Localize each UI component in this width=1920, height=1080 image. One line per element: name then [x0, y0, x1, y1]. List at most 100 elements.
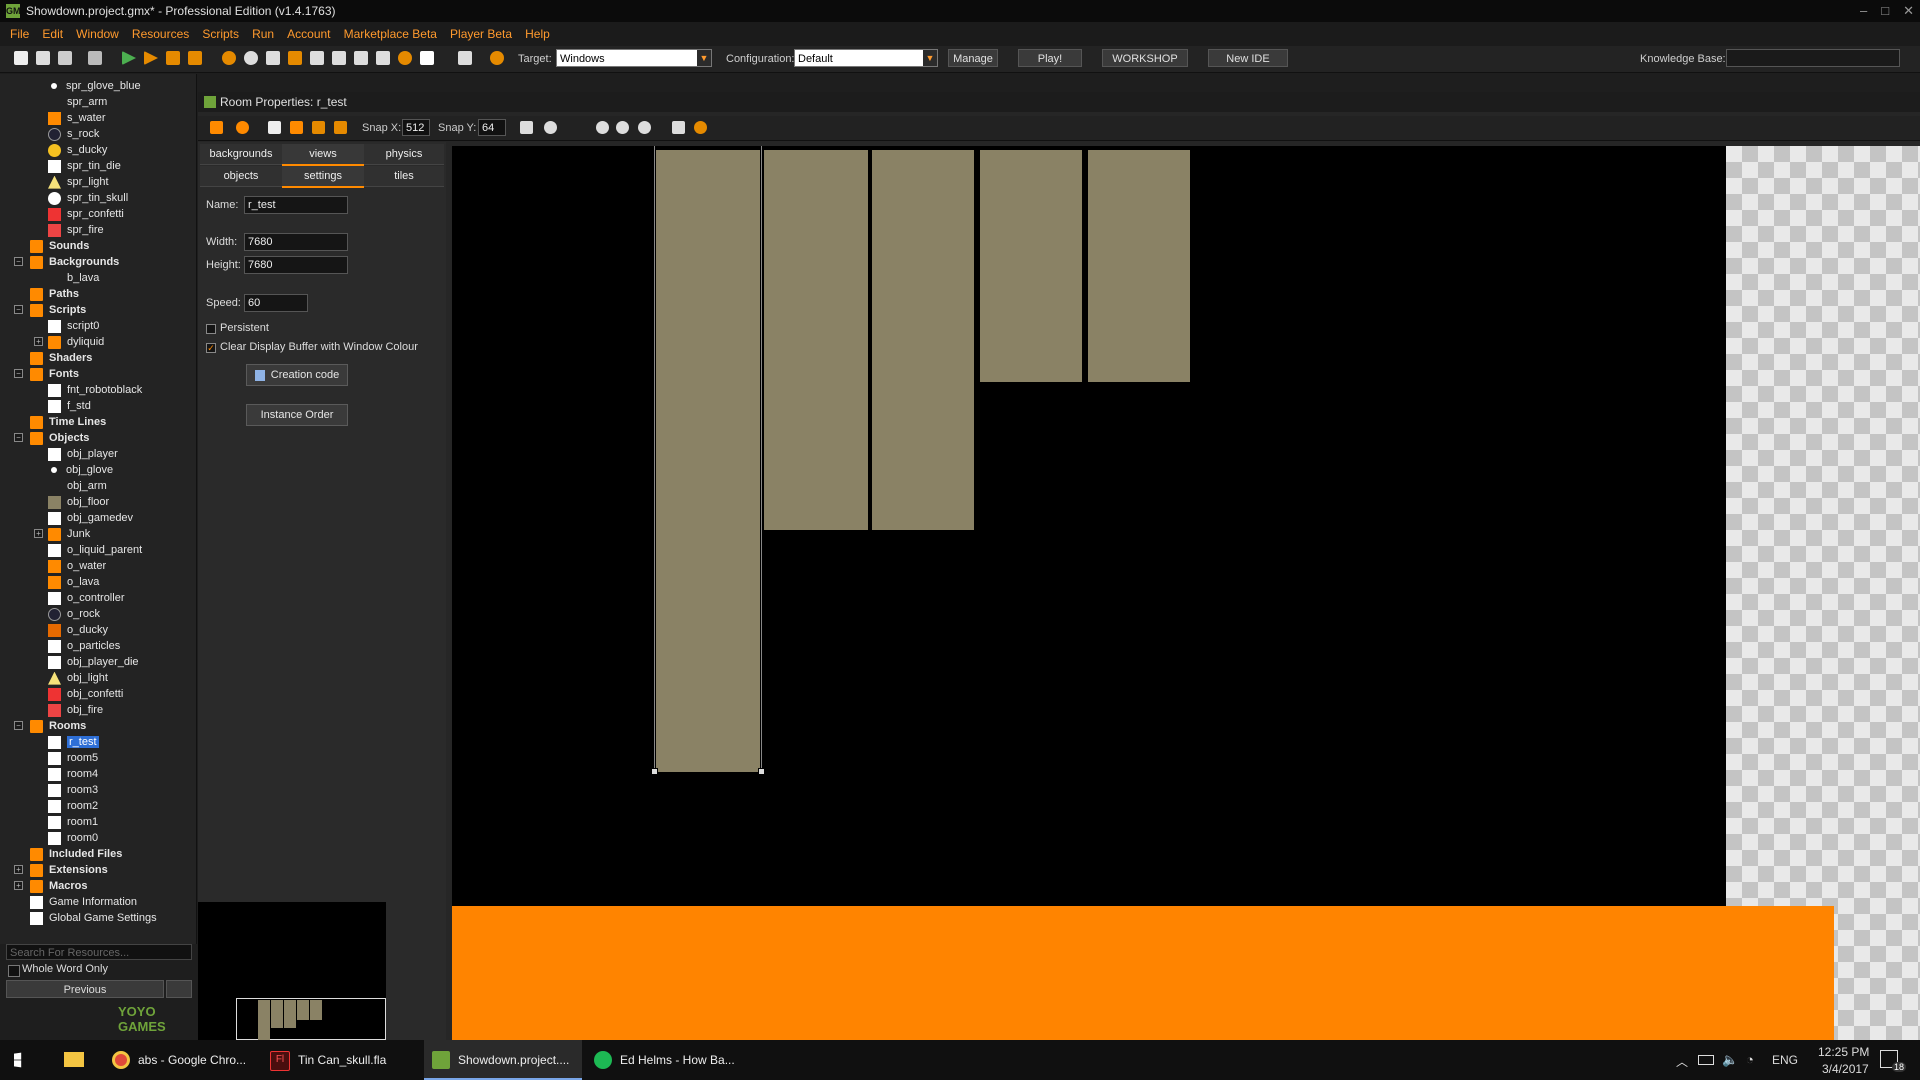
tree-item[interactable]: fnt_robotoblack [48, 382, 142, 398]
folder-time-lines[interactable]: Time Lines [30, 414, 106, 430]
whole-word-only-checkbox[interactable]: Whole Word Only [6, 962, 192, 978]
tree-item[interactable]: obj_confetti [48, 686, 123, 702]
tree-item[interactable]: room4 [48, 766, 98, 782]
collapse-icon[interactable]: − [14, 305, 23, 314]
background-icon[interactable] [266, 51, 280, 65]
lock-icon[interactable] [312, 121, 325, 134]
folder-extensions[interactable]: Extensions [30, 862, 108, 878]
close-icon[interactable]: ✕ [1903, 3, 1914, 19]
room-width-input[interactable]: 7680 [244, 233, 348, 251]
timeline-icon[interactable] [376, 51, 390, 65]
taskbar-item-flash[interactable]: Fl Tin Can_skull.fla [264, 1040, 416, 1080]
creation-code-button[interactable]: Creation code [246, 364, 348, 386]
grid-icon[interactable] [520, 121, 533, 134]
menu-file[interactable]: File [10, 27, 29, 41]
clock-time[interactable]: 12:25 PM [1818, 1045, 1869, 1059]
tree-item[interactable]: o_controller [48, 590, 124, 606]
taskbar-item-chrome[interactable]: abs - Google Chro... [106, 1040, 258, 1080]
tree-item[interactable]: room3 [48, 782, 98, 798]
room-speed-input[interactable]: 60 [244, 294, 308, 312]
debug-icon[interactable] [144, 51, 158, 65]
tree-item[interactable]: obj_glove [48, 462, 113, 478]
tree-item[interactable]: spr_arm [48, 94, 107, 110]
tree-item[interactable]: spr_confetti [48, 206, 124, 222]
tab-tiles[interactable]: tiles [364, 166, 444, 187]
taskbar-item-spotify[interactable]: Ed Helms - How Ba... [588, 1040, 746, 1080]
room-icon[interactable] [420, 51, 434, 65]
shift-icon[interactable] [290, 121, 303, 134]
stop-icon[interactable] [166, 51, 180, 65]
chevron-up-icon[interactable]: ︿ [1676, 1053, 1688, 1070]
sound-icon[interactable] [244, 51, 258, 65]
help-icon[interactable] [694, 121, 707, 134]
collapse-icon[interactable]: − [14, 369, 23, 378]
battery-icon[interactable] [1698, 1055, 1714, 1065]
magnifier-icon[interactable] [544, 121, 557, 134]
settings-list-icon[interactable] [458, 51, 472, 65]
expand-icon[interactable]: + [14, 881, 23, 890]
help-icon[interactable] [490, 51, 504, 65]
object-icon[interactable] [398, 51, 412, 65]
manage-button[interactable]: Manage [948, 49, 998, 67]
tree-item-game-information[interactable]: Game Information [30, 894, 137, 910]
tree-item[interactable]: spr_glove_blue [48, 78, 141, 94]
language-indicator[interactable]: ENG [1772, 1053, 1798, 1067]
clear-icon[interactable] [268, 121, 281, 134]
checkmark-icon[interactable] [210, 121, 223, 134]
tree-item[interactable]: obj_gamedev [48, 510, 133, 526]
snap-y-input[interactable]: 64 [478, 119, 506, 136]
tab-views[interactable]: views [282, 144, 364, 166]
tree-item[interactable]: room0 [48, 830, 98, 846]
tree-item[interactable]: b_lava [48, 270, 99, 286]
instance-order-button[interactable]: Instance Order [246, 404, 348, 426]
room-canvas[interactable] [452, 146, 1920, 1040]
volume-icon[interactable]: 🔈 [1722, 1052, 1738, 1068]
folder-scripts[interactable]: Scripts [30, 302, 86, 318]
tree-item[interactable]: spr_fire [48, 222, 104, 238]
workshop-button[interactable]: WORKSHOP [1102, 49, 1188, 67]
snap-x-input[interactable]: 512 [402, 119, 430, 136]
taskbar-item-gamemaker[interactable]: Showdown.project.... [424, 1040, 582, 1080]
tree-item[interactable]: room1 [48, 814, 98, 830]
tree-item[interactable]: o_ducky [48, 622, 108, 638]
menu-scripts[interactable]: Scripts [202, 27, 239, 41]
room-minimap[interactable] [198, 902, 386, 1040]
unlock-icon[interactable] [334, 121, 347, 134]
run-icon[interactable] [122, 51, 136, 65]
next-button[interactable] [166, 980, 192, 998]
file-explorer-icon[interactable] [64, 1052, 84, 1067]
tree-item[interactable]: o_lava [48, 574, 99, 590]
menu-resources[interactable]: Resources [132, 27, 189, 41]
collapse-icon[interactable]: − [14, 721, 23, 730]
folder-objects[interactable]: Objects [30, 430, 89, 446]
zoom-reset-icon[interactable] [616, 121, 629, 134]
menu-help[interactable]: Help [525, 27, 550, 41]
menu-edit[interactable]: Edit [42, 27, 63, 41]
folder-paths[interactable]: Paths [30, 286, 79, 302]
new-ide-button[interactable]: New IDE [1208, 49, 1288, 67]
tree-item[interactable]: obj_player [48, 446, 118, 462]
collapse-icon[interactable]: − [14, 257, 23, 266]
menu-player-beta[interactable]: Player Beta [450, 27, 512, 41]
clean-icon[interactable] [188, 51, 202, 65]
expand-icon[interactable]: + [34, 337, 43, 346]
font-icon[interactable] [354, 51, 368, 65]
windows-start-icon[interactable] [14, 1052, 22, 1068]
tree-item[interactable]: obj_fire [48, 702, 103, 718]
undo-icon[interactable] [236, 121, 249, 134]
open-file-icon[interactable] [36, 51, 50, 65]
tab-physics[interactable]: physics [364, 144, 444, 165]
tree-item[interactable]: obj_light [48, 670, 108, 686]
menu-marketplace[interactable]: Marketplace Beta [344, 27, 437, 41]
persistent-checkbox[interactable] [206, 324, 216, 334]
zoom-out-icon[interactable] [596, 121, 609, 134]
folder-shaders[interactable]: Shaders [30, 350, 92, 366]
resize-handle[interactable] [651, 768, 658, 775]
collapse-icon[interactable]: − [14, 433, 23, 442]
script-icon[interactable] [310, 51, 324, 65]
tree-item-r-test[interactable]: r_test [48, 734, 99, 750]
tree-item[interactable]: spr_light [48, 174, 109, 190]
clear-buffer-checkbox[interactable]: ✓ [206, 343, 216, 353]
tree-item[interactable]: obj_arm [48, 478, 107, 494]
floor-tile[interactable] [1088, 150, 1190, 382]
